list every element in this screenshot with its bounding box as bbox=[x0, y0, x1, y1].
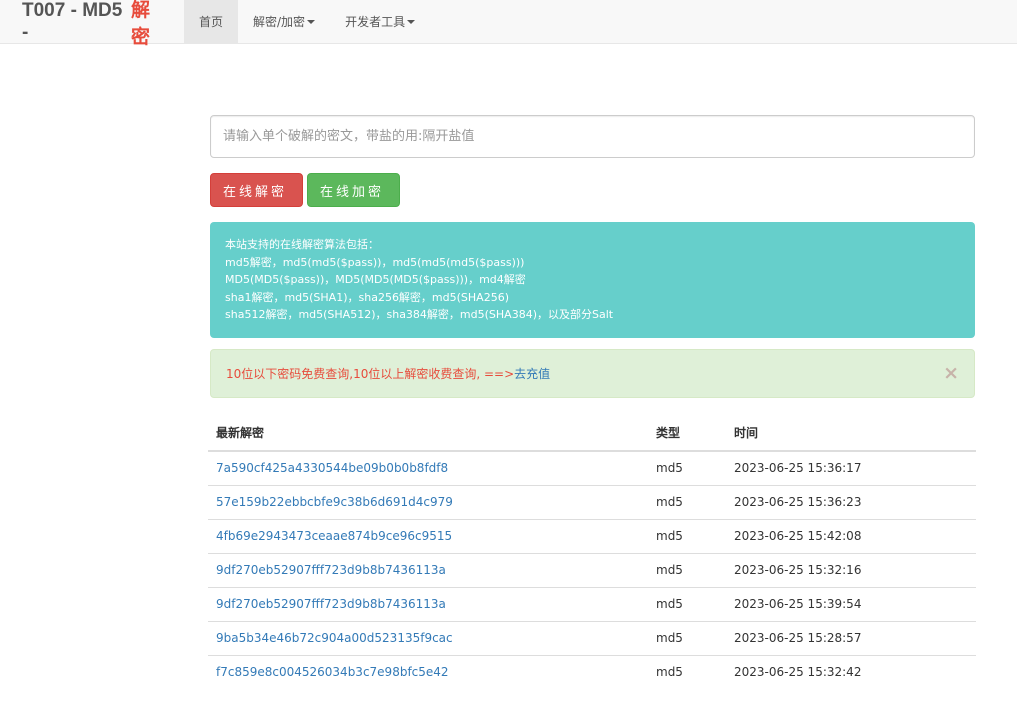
nav-home[interactable]: 首页 bbox=[184, 0, 239, 43]
brand-logo[interactable]: T007 - MD5 - 解密 bbox=[0, 0, 184, 48]
hash-link[interactable]: f7c859e8c004526034b3c7e98bfc5e42 bbox=[208, 654, 648, 689]
main-content: 在线解密 在线加密 本站支持的在线解密算法包括： md5解密，md5(md5($… bbox=[210, 115, 975, 398]
table-row: 4fb69e2943473ceaae874b9ce96c9515 md5 202… bbox=[208, 518, 976, 553]
nav-home-label: 首页 bbox=[199, 15, 224, 29]
hash-type: md5 bbox=[648, 518, 726, 553]
hash-type: md5 bbox=[648, 586, 726, 621]
nav-devtools-label: 开发者工具 bbox=[345, 15, 406, 29]
pricing-notice: 10位以下密码免费查询,10位以上解密收费查询, ==> 去充值 × bbox=[210, 349, 975, 398]
decrypt-time: 2023-06-25 15:39:54 bbox=[726, 586, 976, 621]
column-header-time: 时间 bbox=[726, 414, 976, 452]
info-line: md5解密，md5(md5($pass))，md5(md5(md5($pass)… bbox=[225, 255, 525, 269]
hash-link[interactable]: 9ba5b34e46b72c904a00d523135f9cac bbox=[208, 620, 648, 655]
caret-down-icon bbox=[407, 19, 416, 24]
info-line: sha1解密，md5(SHA1)，sha256解密，md5(SHA256) bbox=[225, 290, 509, 304]
caret-down-icon bbox=[307, 19, 316, 24]
info-line: MD5(MD5($pass))，MD5(MD5(MD5($pass)))，md4… bbox=[225, 273, 526, 287]
nav-decrypt-dropdown[interactable]: 解密/加密 bbox=[238, 0, 330, 43]
brand-prefix: T007 - MD5 - bbox=[22, 0, 123, 43]
decrypt-time: 2023-06-25 15:28:57 bbox=[726, 620, 976, 655]
hash-input[interactable] bbox=[210, 115, 975, 158]
table-row: 7a590cf425a4330544be09b0b0b8fdf8 md5 202… bbox=[208, 451, 976, 485]
recharge-link[interactable]: 去充值 bbox=[514, 365, 550, 382]
info-line: sha512解密，md5(SHA512)，sha384解密，md5(SHA384… bbox=[225, 308, 614, 322]
hash-link[interactable]: 4fb69e2943473ceaae874b9ce96c9515 bbox=[208, 518, 648, 553]
table-row: f7c859e8c004526034b3c7e98bfc5e42 md5 202… bbox=[208, 654, 976, 689]
hash-type: md5 bbox=[648, 552, 726, 587]
hash-type: md5 bbox=[656, 461, 683, 476]
column-header-type: 类型 bbox=[648, 414, 726, 452]
action-buttons: 在线解密 在线加密 bbox=[210, 173, 975, 207]
table-row: 9df270eb52907fff723d9b8b7436113a md5 202… bbox=[208, 586, 976, 621]
notice-text: 10位以下密码免费查询,10位以上解密收费查询, ==> bbox=[226, 367, 515, 381]
close-icon[interactable]: × bbox=[943, 362, 959, 384]
hash-link[interactable]: 57e159b22ebbcbfe9c38b6d691d4c979 bbox=[208, 484, 648, 519]
encrypt-button[interactable]: 在线加密 bbox=[307, 173, 400, 207]
brand-accent: 解密 bbox=[130, 0, 150, 48]
decrypt-time: 2023-06-25 15:32:42 bbox=[726, 654, 976, 689]
hash-link[interactable]: 7a590cf425a4330544be09b0b0b8fdf8 bbox=[208, 451, 648, 485]
decrypt-time: 2023-06-25 15:36:17 bbox=[734, 461, 862, 476]
hash-link[interactable]: 9df270eb52907fff723d9b8b7436113a bbox=[208, 552, 648, 587]
navbar: T007 - MD5 - 解密 首页 解密/加密 开发者工具 bbox=[0, 0, 1017, 48]
decrypt-button[interactable]: 在线解密 bbox=[210, 173, 303, 207]
algorithm-info-panel: 本站支持的在线解密算法包括： md5解密，md5(md5($pass))，md5… bbox=[210, 222, 975, 338]
table-row: 57e159b22ebbcbfe9c38b6d691d4c979 md5 202… bbox=[208, 484, 976, 519]
recent-decrypts-table: 最新解密 类型 时间 7a590cf425a4330544be09b0b0b8f… bbox=[208, 414, 976, 689]
hash-type: md5 bbox=[648, 654, 726, 689]
table-row: 9df270eb52907fff723d9b8b7436113a md5 202… bbox=[208, 552, 976, 587]
decrypt-time: 2023-06-25 15:42:08 bbox=[726, 518, 976, 553]
hash-link[interactable]: 9df270eb52907fff723d9b8b7436113a bbox=[208, 586, 648, 621]
decrypt-time: 2023-06-25 15:36:23 bbox=[726, 484, 976, 519]
nav-devtools-dropdown[interactable]: 开发者工具 bbox=[330, 0, 430, 43]
table-header-row: 最新解密 类型 时间 bbox=[208, 414, 976, 452]
table-row: 9ba5b34e46b72c904a00d523135f9cac md5 202… bbox=[208, 620, 976, 655]
decrypt-time: 2023-06-25 15:32:16 bbox=[726, 552, 976, 587]
hash-type: md5 bbox=[648, 484, 726, 519]
nav-decrypt-label: 解密/加密 bbox=[253, 15, 306, 29]
column-header-hash: 最新解密 bbox=[208, 414, 648, 452]
info-line: 本站支持的在线解密算法包括： bbox=[225, 238, 379, 251]
hash-type: md5 bbox=[648, 620, 726, 655]
